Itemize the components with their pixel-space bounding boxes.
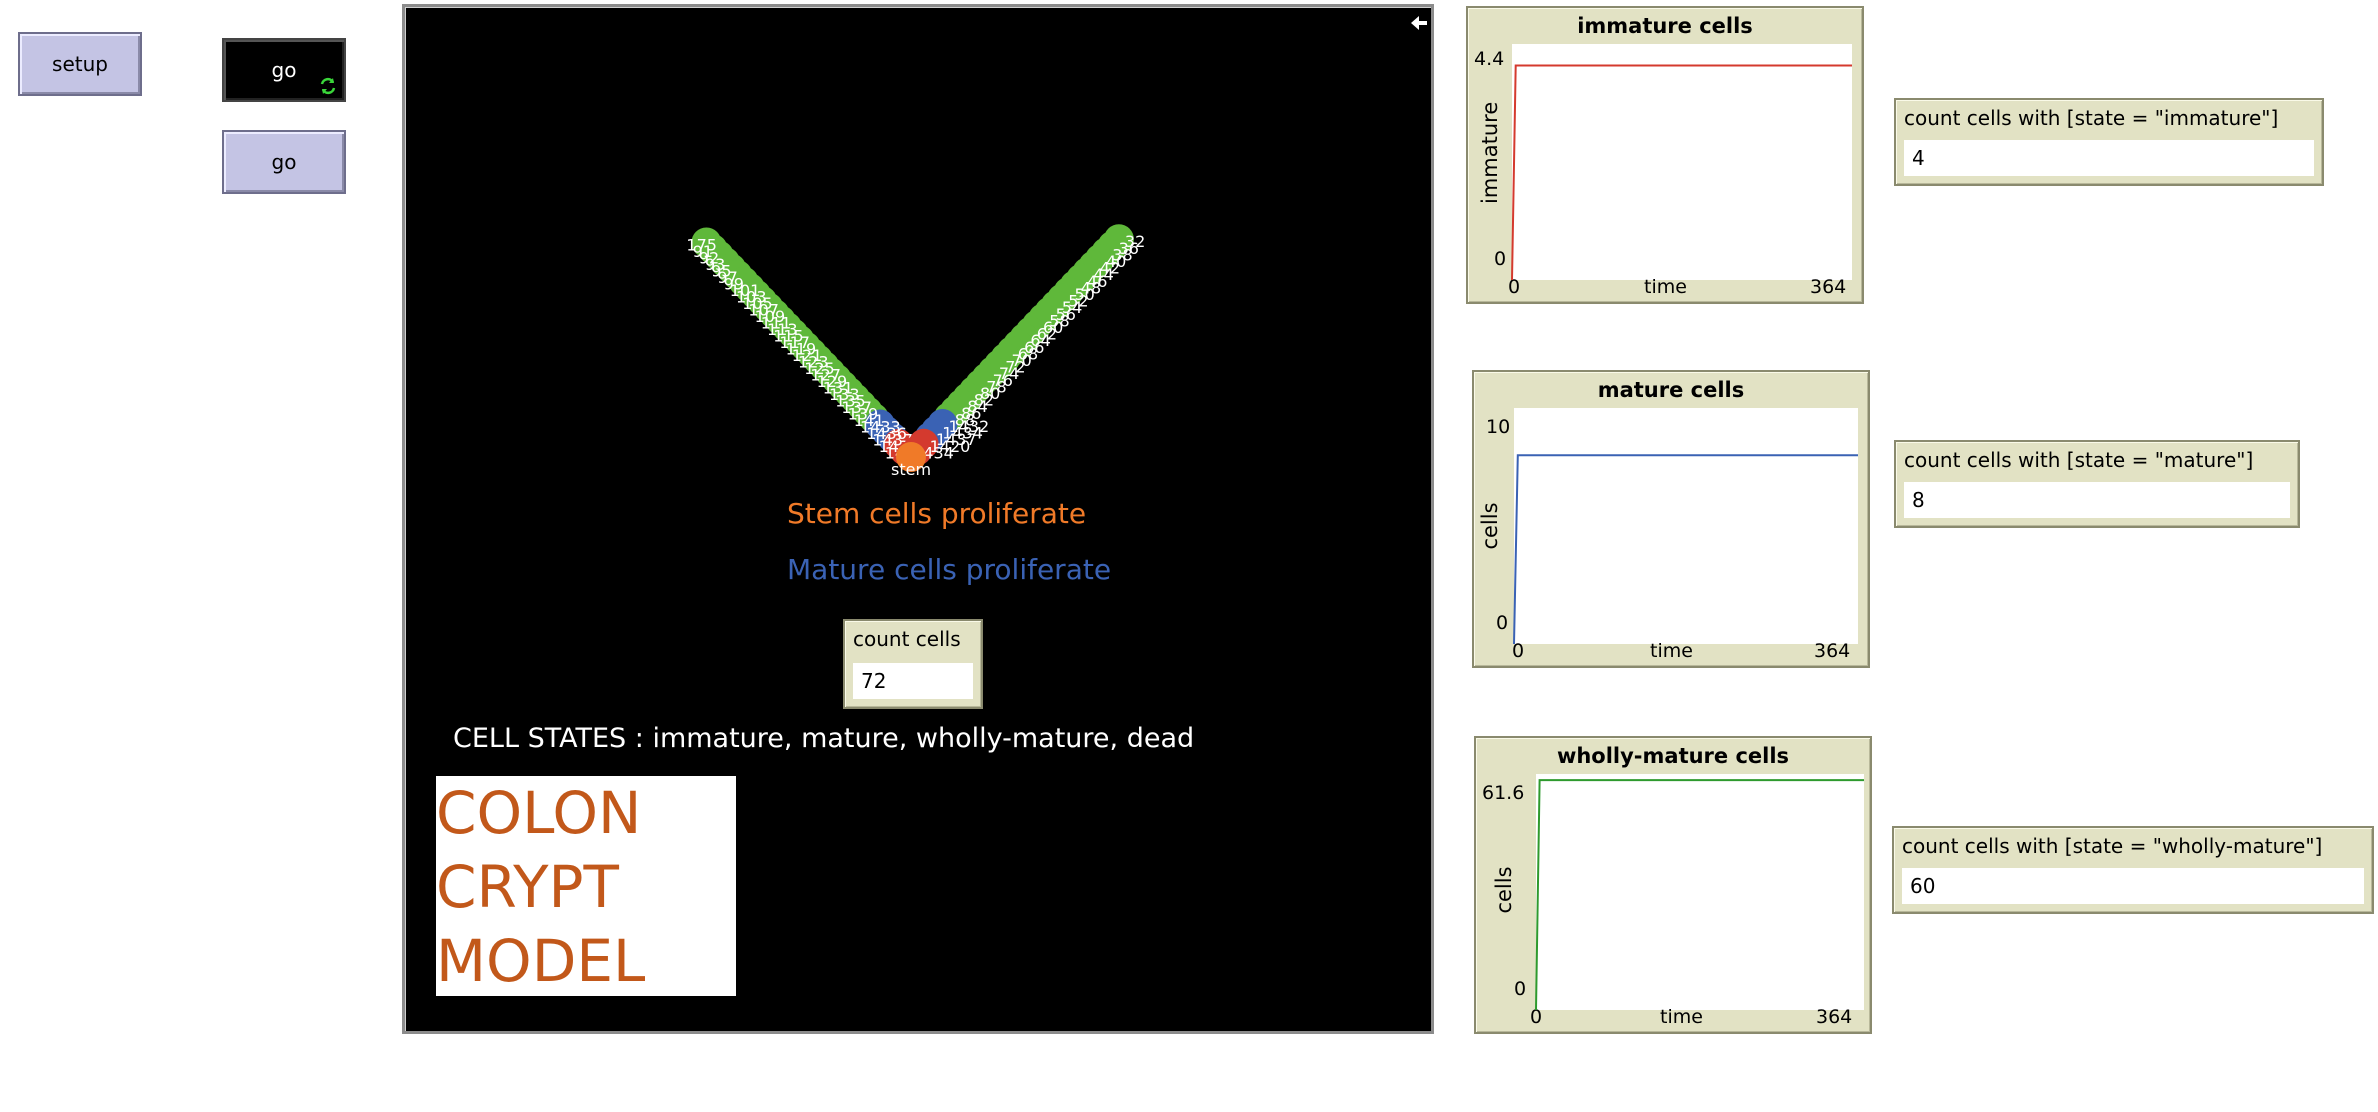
setup-button-label: setup bbox=[52, 52, 108, 76]
immature-cells-plot[interactable]: immature cells 4.4 0 0 time 364 immature bbox=[1466, 6, 1864, 304]
model-title-box: COLON CRYPT MODEL bbox=[436, 776, 736, 996]
title-line-3: MODEL bbox=[436, 927, 646, 995]
plot-series-line bbox=[1535, 779, 1864, 1011]
plot-series-line bbox=[1511, 64, 1852, 281]
plot-line bbox=[1513, 454, 1858, 645]
stem-cell-label: stem bbox=[891, 460, 931, 479]
title-line-2: CRYPT bbox=[436, 853, 619, 921]
go-once-button[interactable]: go bbox=[222, 130, 346, 194]
mature-count-monitor: count cells with [state = "mature"] 8 bbox=[1894, 440, 2300, 528]
wholly-mature-cells-plot[interactable]: wholly-mature cells 61.6 0 0 time 364 ce… bbox=[1474, 736, 1872, 1034]
immature-count-monitor: count cells with [state = "immature"] 4 bbox=[1894, 98, 2324, 186]
plot-series-line bbox=[1513, 454, 1858, 645]
monitor-value: 60 bbox=[1902, 868, 2364, 904]
forever-loop-icon bbox=[320, 77, 336, 95]
mature-cells-plot[interactable]: mature cells 10 0 0 time 364 cells bbox=[1472, 370, 1870, 668]
monitor-value: 4 bbox=[1904, 140, 2314, 176]
go-forever-button-label: go bbox=[271, 58, 297, 82]
plot-line bbox=[1535, 779, 1864, 1011]
monitor-value: 8 bbox=[1904, 482, 2290, 518]
monitor-label: count cells with [state = "immature"] bbox=[1904, 106, 2279, 130]
stem-proliferate-label: Stem cells proliferate bbox=[787, 497, 1087, 530]
plot-line bbox=[1511, 64, 1852, 281]
count-cells-value: 72 bbox=[853, 663, 973, 699]
cell-states-label: CELL STATES : immature, mature, wholly-m… bbox=[453, 723, 1195, 754]
monitor-label: count cells with [state = "mature"] bbox=[1904, 448, 2254, 472]
title-line-1: COLON bbox=[436, 779, 642, 847]
go-once-button-label: go bbox=[271, 150, 297, 174]
wholly-mature-count-monitor: count cells with [state = "wholly-mature… bbox=[1892, 826, 2374, 914]
go-forever-button[interactable]: go bbox=[222, 38, 346, 102]
mature-proliferate-label: Mature cells proliferate bbox=[787, 553, 1112, 586]
count-cells-monitor: count cells 72 bbox=[843, 619, 983, 709]
setup-button[interactable]: setup bbox=[18, 32, 142, 96]
monitor-label: count cells with [state = "wholly-mature… bbox=[1902, 834, 2323, 858]
count-cells-label: count cells bbox=[853, 627, 961, 651]
